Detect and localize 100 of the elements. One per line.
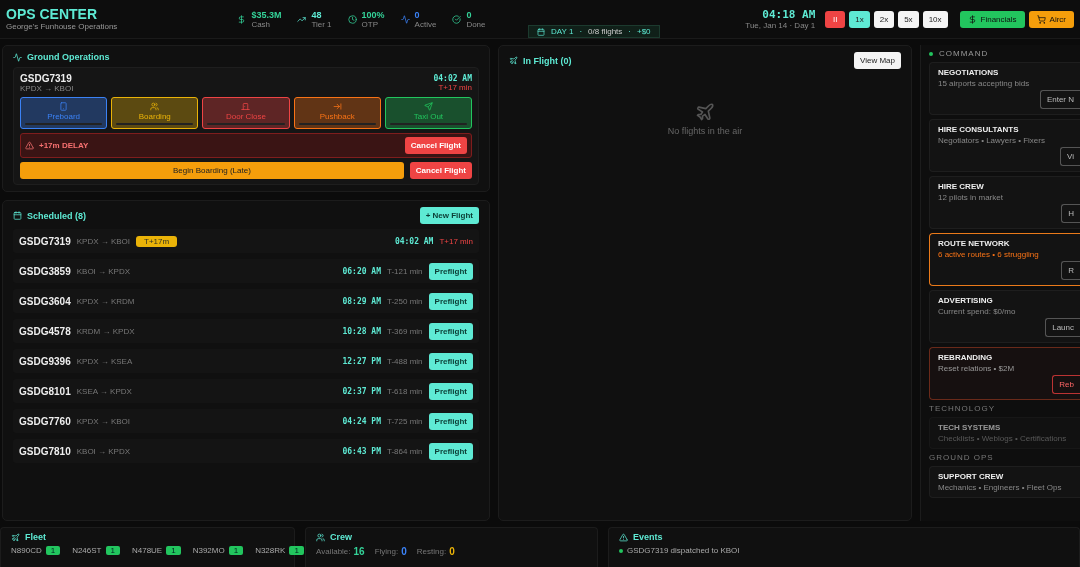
card-detail: 6 active routes • 6 struggling <box>938 250 1040 259</box>
door-icon <box>241 101 251 111</box>
flight-row[interactable]: GSDG7810 KBOI → KPDX 06:43 PM T-864 min Preflight <box>13 439 479 463</box>
card-detail: 15 airports accepting bids <box>938 79 1031 88</box>
phase-tile[interactable]: Taxi Out <box>384 97 472 129</box>
command-card[interactable]: REBRANDING Reset relations • $2M Reb <box>929 347 1080 400</box>
speed-button[interactable]: 2x <box>873 10 895 28</box>
section-label: TECHNOLOGY <box>929 404 996 413</box>
pause-button[interactable]: II <box>825 10 846 28</box>
command-card[interactable]: ADVERTISING Current spend: $0/mo Launc <box>929 290 1080 343</box>
departure-time: 06:43 PM <box>342 446 381 456</box>
aircraft-button[interactable]: Aircr <box>1028 10 1074 28</box>
card-title: TECH SYSTEMS <box>938 423 1002 432</box>
stat-value: 48 <box>311 9 323 20</box>
stat-value: 0 <box>414 9 421 20</box>
card-button[interactable]: Reb <box>1052 375 1080 394</box>
preflight-button[interactable]: Preflight <box>428 352 473 370</box>
time-offset: T-725 min <box>386 416 423 426</box>
begin-boarding-button[interactable]: Begin Boarding (Late) <box>20 162 404 179</box>
tail-number: N890CD <box>11 546 42 555</box>
preflight-button[interactable]: Preflight <box>428 442 473 460</box>
phase-tile[interactable]: Boarding <box>111 97 199 129</box>
flight-number: GSDG3859 <box>19 265 71 277</box>
tail-number: N246ST <box>72 546 102 555</box>
command-card[interactable]: SUPPORT CREW Mechanics • Engineers • Fleet Ops <box>929 466 1080 498</box>
status-dot <box>929 51 933 56</box>
speed-button[interactable]: 1x <box>849 10 870 28</box>
preflight-button[interactable]: Preflight <box>428 262 473 280</box>
card-button[interactable]: Launc <box>1045 318 1080 337</box>
time-offset: T-864 min <box>386 446 423 456</box>
view-map-button[interactable]: View Map <box>854 52 901 69</box>
stat-label: Active <box>414 19 437 29</box>
empty-message: No flights in the air <box>667 126 743 136</box>
card-title: SUPPORT CREW <box>938 472 1005 481</box>
stat-value: $35.3M <box>251 9 282 20</box>
calendar-icon <box>537 27 545 36</box>
delay-text: +17m DELAY <box>39 141 89 150</box>
flight-row[interactable]: GSDG3859 KBOI → KPDX 06:20 AM T-121 min Preflight <box>13 259 479 283</box>
clock: 04:18 AM <box>761 8 816 21</box>
card-button[interactable]: Vi <box>1060 147 1080 166</box>
stat-value: 100% <box>361 9 385 20</box>
preflight-button[interactable]: Preflight <box>428 292 473 310</box>
arrow-right-icon <box>332 101 342 111</box>
pulse-icon <box>400 14 410 24</box>
preflight-button[interactable]: Preflight <box>428 322 473 340</box>
flight-row[interactable]: GSDG4578 KRDM → KPDX 10:28 AM T-369 min Preflight <box>13 319 479 343</box>
phase-tile[interactable]: Pushback <box>293 97 381 129</box>
crew-stat-value: 16 <box>353 546 365 557</box>
event-dot <box>619 548 623 553</box>
command-card[interactable]: NEGOTIATIONS 15 airports accepting bids Enter N <box>929 62 1080 115</box>
tail-number: N392MO <box>192 546 225 555</box>
route-text: KPDX → KRDM <box>76 296 135 306</box>
financials-button[interactable]: Financials <box>959 10 1025 28</box>
flight-row[interactable]: GSDG9396 KPDX → KSEA 12:27 PM T-488 min Preflight <box>13 349 479 373</box>
departure-time: 04:02 AM <box>394 236 434 246</box>
dollar-icon <box>237 14 247 24</box>
cancel-flight-button[interactable]: Cancel Flight <box>409 162 472 179</box>
cart-icon <box>1036 14 1046 24</box>
flight-number: GSDG7319 <box>19 235 71 247</box>
card-title: REBRANDING <box>938 353 994 362</box>
crew-stat-label: Flying: <box>374 547 399 556</box>
flight-row[interactable]: GSDG7760 KPDX → KBOI 04:24 PM T-725 min Preflight <box>13 409 479 433</box>
card-detail: 12 pilots in market <box>938 193 1004 202</box>
card-detail: Reset relations • $2M <box>938 364 1016 373</box>
card-title: ADVERTISING <box>938 296 994 305</box>
flight-number: GSDG9396 <box>19 355 71 367</box>
card-button[interactable]: Enter N <box>1039 90 1080 109</box>
day-label: DAY 1 <box>551 27 574 36</box>
command-card[interactable]: HIRE CONSULTANTS Negotiators • Lawyers • Fixers Vi <box>929 119 1080 172</box>
new-flight-button[interactable]: + New Flight <box>419 207 479 224</box>
card-title: NEGOTIATIONS <box>938 68 1000 77</box>
route-text: KSEA → KPDX <box>76 386 132 396</box>
preflight-button[interactable]: Preflight <box>428 382 473 400</box>
aircraft-badge: 1 <box>289 546 304 555</box>
cancel-flight-button[interactable]: Cancel Flight <box>404 137 467 154</box>
command-card[interactable]: ROUTE NETWORK 6 active routes • 6 struggling R <box>929 233 1080 286</box>
event-item: GSDG7319 dispatched to KBOI <box>627 546 740 555</box>
dollar-icon <box>967 14 977 24</box>
separator: · <box>579 27 583 36</box>
section-title: COMMAND <box>939 49 989 58</box>
card-detail: Mechanics • Engineers • Fleet Ops <box>938 483 1063 492</box>
time-offset: T+17 min <box>439 236 473 246</box>
stat-label: OTP <box>361 19 379 29</box>
flight-row[interactable]: GSDG8101 KSEA → KPDX 02:37 PM T-618 min Preflight <box>13 379 479 403</box>
card-button[interactable]: H <box>1061 204 1080 223</box>
clock-icon <box>347 14 357 24</box>
time-offset: T-618 min <box>386 386 423 396</box>
speed-button[interactable]: 10x <box>922 10 948 28</box>
preflight-button[interactable]: Preflight <box>428 412 473 430</box>
speed-button[interactable]: 5x <box>898 10 919 28</box>
flight-number: GSDG7319 <box>20 73 73 84</box>
command-card[interactable]: HIRE CREW 12 pilots in market H <box>929 176 1080 229</box>
flight-row[interactable]: GSDG3604 KPDX → KRDM 08:29 AM T-250 min Preflight <box>13 289 479 313</box>
route-text: KPDX → KBOI <box>76 416 131 426</box>
departure-time: 04:24 PM <box>342 416 381 426</box>
flight-number: GSDG4578 <box>19 325 71 337</box>
flight-row[interactable]: GSDG7319 KPDX → KBOI T+17m 04:02 AM T+17 min <box>13 229 479 253</box>
departure-time: 02:37 PM <box>342 386 381 396</box>
card-button[interactable]: R <box>1061 261 1080 280</box>
plane-icon <box>695 102 715 122</box>
